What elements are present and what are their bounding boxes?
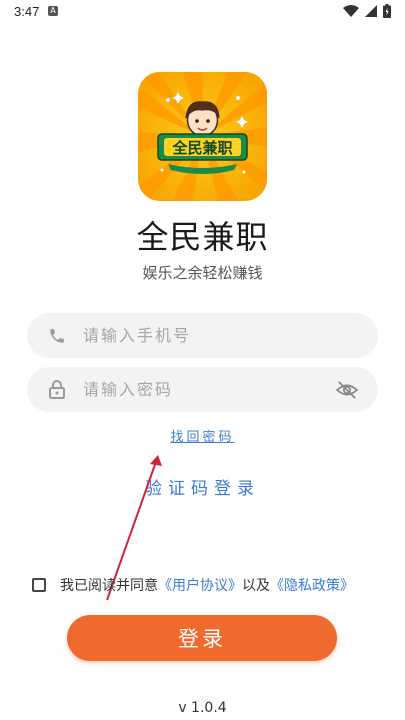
phone-input[interactable] bbox=[81, 325, 378, 346]
password-field[interactable] bbox=[27, 367, 378, 412]
password-input[interactable] bbox=[81, 379, 336, 400]
eye-off-icon[interactable] bbox=[336, 379, 358, 401]
forgot-password-link[interactable]: 找回密码 bbox=[0, 426, 405, 445]
login-button[interactable]: 登录 bbox=[67, 615, 337, 661]
status-bar: 3:47 A bbox=[0, 0, 405, 24]
battery-icon bbox=[383, 4, 391, 18]
phone-field[interactable] bbox=[27, 313, 378, 358]
code-login-link[interactable]: 验证码登录 bbox=[0, 474, 405, 499]
status-icons bbox=[343, 4, 391, 18]
privacy-policy-link[interactable]: 《隐私政策》 bbox=[270, 575, 354, 595]
lock-icon bbox=[47, 380, 67, 400]
signal-icon bbox=[365, 5, 377, 17]
agreement-checkbox[interactable] bbox=[32, 578, 46, 592]
version-label: v 1.0.4 bbox=[178, 700, 227, 716]
wifi-icon bbox=[343, 5, 359, 17]
agreement-prefix: 我已阅读并同意 bbox=[60, 578, 158, 594]
phone-icon bbox=[47, 326, 67, 346]
logo-text: 全民兼职 bbox=[171, 139, 232, 157]
notification-icon: A bbox=[48, 6, 58, 16]
agreement-row: 我已阅读并同意 《用户协议》 以及 《隐私政策》 bbox=[32, 575, 354, 595]
status-time: 3:47 bbox=[14, 4, 40, 19]
user-agreement-link[interactable]: 《用户协议》 bbox=[158, 575, 242, 595]
app-slogan: 娱乐之余轻松赚钱 bbox=[142, 264, 263, 282]
agreement-and: 以及 bbox=[242, 578, 270, 594]
app-name: 全民兼职 bbox=[136, 218, 269, 256]
app-logo: 全民兼职 bbox=[138, 72, 267, 201]
